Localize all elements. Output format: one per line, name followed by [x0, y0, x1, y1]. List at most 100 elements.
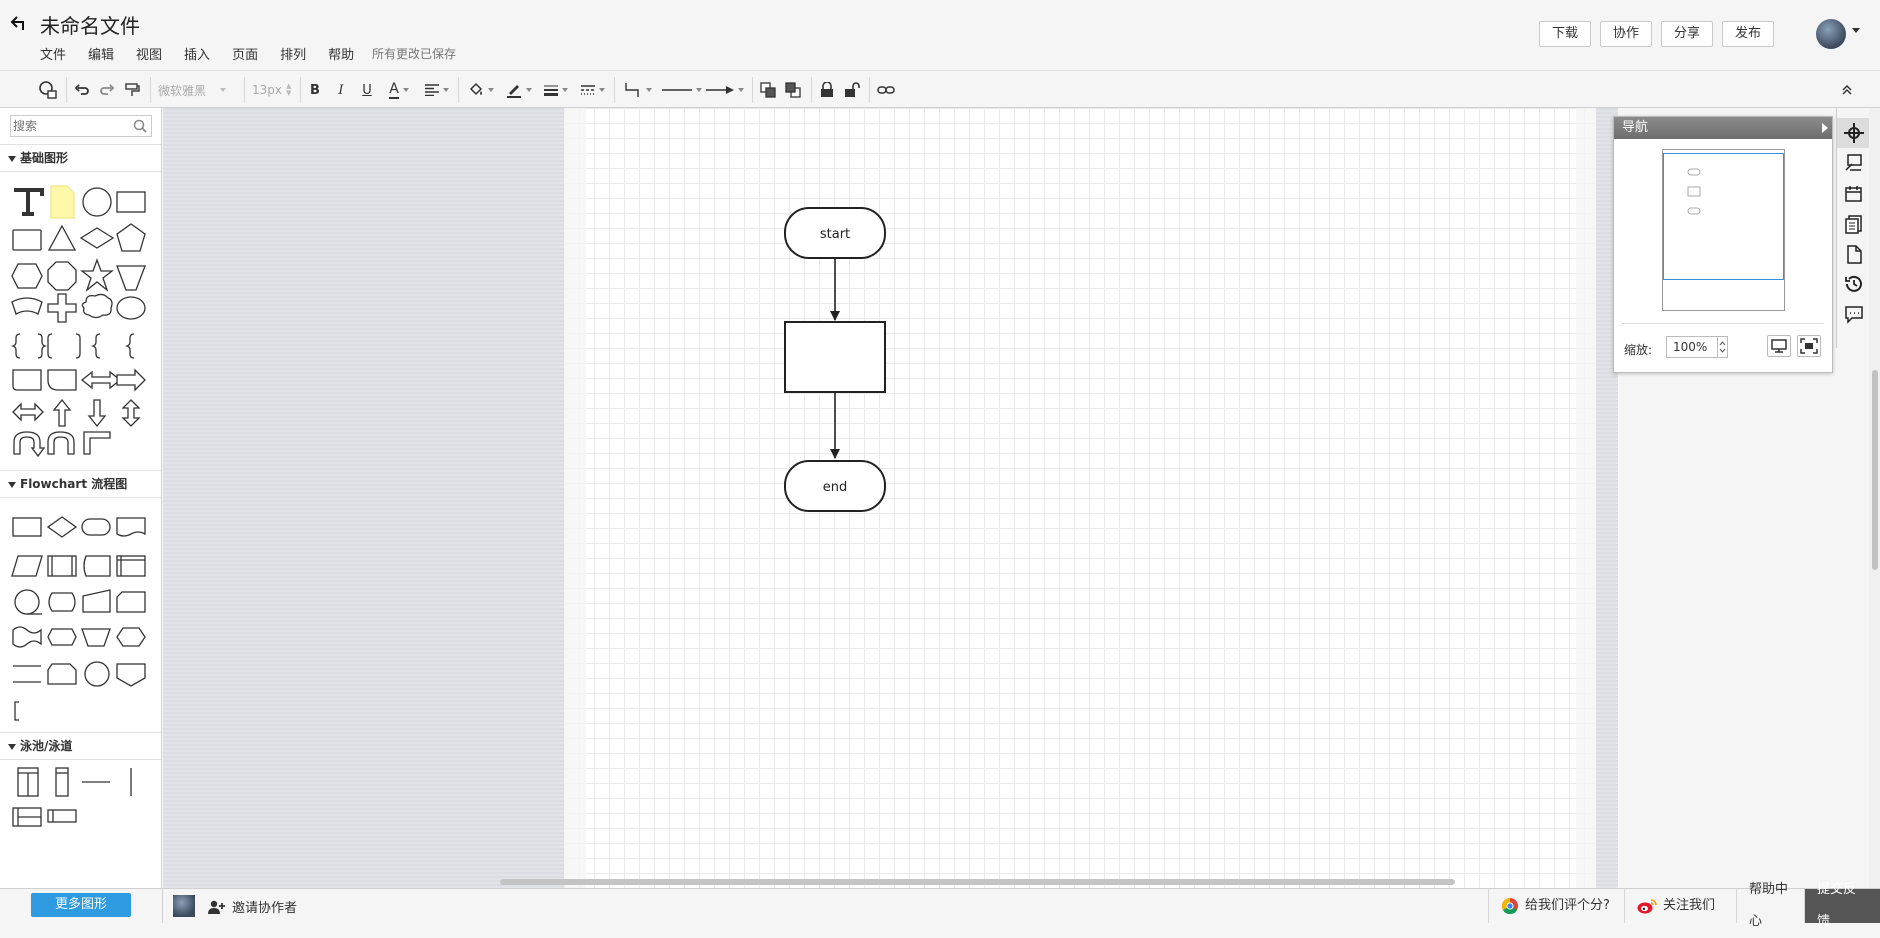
shape-note[interactable]	[50, 185, 75, 219]
shape-display[interactable]	[116, 627, 146, 647]
shape-arrow-right[interactable]	[116, 368, 146, 392]
shape-off-page-connector[interactable]	[116, 663, 146, 687]
shape-inverted-triangle[interactable]	[116, 265, 146, 291]
shape-search-box[interactable]	[10, 115, 152, 137]
shape-off-page[interactable]	[47, 663, 77, 685]
vertical-scrollbar[interactable]	[1869, 108, 1880, 888]
shape-sequential-data[interactable]	[14, 589, 42, 615]
canvas-area[interactable]: start end	[163, 108, 1618, 888]
chevron-down-icon[interactable]	[1852, 28, 1860, 33]
underline-button[interactable]: U	[359, 79, 375, 101]
shape-card[interactable]	[12, 369, 42, 391]
invite-collaborator-button[interactable]: 邀请协作者	[208, 897, 297, 916]
shape-preparation[interactable]	[47, 628, 77, 646]
shape-diamond[interactable]	[79, 227, 115, 249]
zoom-input[interactable]: 100%	[1666, 336, 1718, 358]
category-basic-shapes[interactable]: 基础图形	[0, 144, 161, 172]
page-settings-icon[interactable]	[1843, 243, 1865, 265]
shape-process[interactable]	[12, 517, 42, 537]
shape-u-turn-arrow[interactable]	[13, 431, 46, 458]
scrollbar-thumb[interactable]	[1872, 370, 1878, 570]
comment-icon[interactable]	[1843, 303, 1865, 325]
rate-us-link[interactable]: 给我们评个分?	[1488, 889, 1624, 923]
lock-icon[interactable]	[817, 79, 837, 101]
menu-page[interactable]: 页面	[232, 44, 268, 63]
undo-icon[interactable]	[72, 79, 92, 101]
shape-decision[interactable]	[46, 516, 78, 538]
history-icon[interactable]	[1843, 273, 1865, 295]
zoom-stepper[interactable]	[1718, 336, 1728, 358]
shape-rectangle[interactable]	[116, 191, 146, 213]
help-center-link[interactable]: 帮助中心	[1736, 882, 1804, 929]
connector-type-icon[interactable]	[621, 79, 655, 101]
shape-banner[interactable]	[11, 297, 43, 315]
font-color-button[interactable]: A	[384, 79, 414, 101]
shape-search-icon[interactable]	[36, 79, 60, 101]
shape-lane-vertical[interactable]	[55, 767, 69, 797]
shape-corner[interactable]	[83, 431, 111, 455]
publish-button[interactable]: 发布	[1721, 21, 1774, 47]
shape-star[interactable]	[80, 258, 114, 292]
shape-pentagon[interactable]	[116, 223, 146, 252]
redo-icon[interactable]	[97, 79, 117, 101]
collaborator-avatar[interactable]	[173, 895, 195, 917]
line-style-icon[interactable]	[578, 79, 608, 101]
follow-us-link[interactable]: 关注我们	[1624, 889, 1736, 923]
shape-annotation-lines[interactable]	[13, 665, 41, 683]
shape-arch[interactable]	[47, 431, 75, 455]
shape-text[interactable]	[14, 188, 44, 216]
shape-annotation[interactable]	[14, 701, 19, 721]
line-color-icon[interactable]	[503, 79, 535, 101]
line-start-icon[interactable]	[660, 79, 704, 101]
menu-edit[interactable]: 编辑	[88, 44, 124, 63]
shape-circle[interactable]	[82, 187, 112, 217]
shape-arrow-down[interactable]	[87, 399, 107, 428]
menu-file[interactable]: 文件	[40, 44, 76, 63]
shape-internal-storage[interactable]	[116, 555, 146, 577]
shape-triangle[interactable]	[47, 224, 77, 251]
font-size-select[interactable]: 13px ▲ ▼	[252, 79, 296, 101]
shape-arrow-vertical-both[interactable]	[121, 399, 141, 427]
category-swimlanes[interactable]: 泳池/泳道	[0, 732, 161, 760]
shape-rounded-rect[interactable]	[12, 229, 42, 251]
shape-arrow-both[interactable]	[12, 402, 44, 422]
category-flowchart[interactable]: Flowchart 流程图	[0, 470, 161, 498]
shape-hexagon[interactable]	[11, 263, 43, 289]
bold-button[interactable]: B	[307, 79, 323, 101]
link-icon[interactable]	[875, 79, 897, 101]
node-end[interactable]: end	[784, 460, 886, 512]
fit-page-button[interactable]	[1767, 335, 1791, 357]
collaborate-button[interactable]: 协作	[1599, 21, 1652, 47]
shape-card-flow[interactable]	[116, 591, 146, 613]
menu-insert[interactable]: 插入	[184, 44, 220, 63]
download-button[interactable]: 下载	[1538, 21, 1591, 47]
text-align-icon[interactable]	[422, 79, 452, 101]
pages-icon[interactable]	[1843, 213, 1865, 235]
node-process[interactable]	[784, 321, 886, 393]
format-painter-icon[interactable]	[122, 79, 142, 101]
collapse-toolbar-icon[interactable]	[1836, 79, 1858, 101]
shape-pool-horizontal[interactable]	[12, 807, 42, 827]
shape-manual-input[interactable]	[82, 589, 111, 613]
menu-help[interactable]: 帮助	[328, 44, 364, 63]
send-to-back-icon[interactable]	[783, 79, 803, 101]
fill-color-icon[interactable]	[465, 79, 497, 101]
shape-terminator[interactable]	[81, 518, 111, 536]
shape-direct-data[interactable]	[48, 592, 76, 612]
navigator-preview[interactable]	[1662, 149, 1785, 311]
shape-loop-limit[interactable]	[47, 369, 77, 391]
node-start[interactable]: start	[784, 207, 886, 259]
menu-view[interactable]: 视图	[136, 44, 172, 63]
font-family-select[interactable]: 微软雅黑	[158, 79, 238, 101]
fit-screen-button[interactable]	[1797, 335, 1821, 357]
shape-cloud[interactable]	[81, 293, 113, 319]
search-icon[interactable]	[133, 119, 147, 137]
shape-cross[interactable]	[47, 293, 77, 323]
shape-document[interactable]	[116, 517, 146, 537]
shape-octagon[interactable]	[47, 261, 77, 291]
shape-punched-tape[interactable]	[12, 626, 42, 648]
unlock-icon[interactable]	[842, 79, 862, 101]
avatar[interactable]	[1816, 19, 1846, 49]
line-end-arrow-icon[interactable]	[705, 79, 745, 101]
data-attributes-icon[interactable]	[1843, 183, 1865, 205]
